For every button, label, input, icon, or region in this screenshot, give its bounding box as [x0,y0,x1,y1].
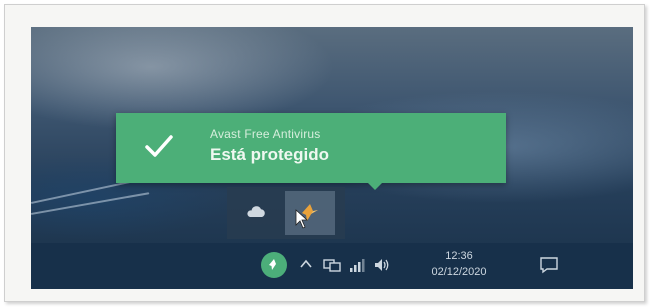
photo-frame: Avast Free Antivirus Está protegido 12:3… [4,4,645,302]
tray-overflow-flyout [227,187,345,239]
taskbar: 12:36 02/12/2020 [31,243,633,289]
clock-time: 12:36 [445,250,473,262]
toast-message: Está protegido [210,145,330,164]
flyout-item-avast[interactable] [285,191,335,235]
mouse-cursor-icon [295,209,309,229]
avast-icon[interactable] [261,252,287,278]
volume-icon[interactable] [373,256,391,274]
taskbar-clock[interactable]: 12:36 02/12/2020 [419,250,499,278]
flyout-item-cloud[interactable] [231,191,281,235]
network-icon[interactable] [323,257,341,273]
desktop-screen: Avast Free Antivirus Está protegido 12:3… [31,27,633,289]
toast-pointer [368,183,382,190]
avast-tray-glyph [269,259,276,270]
check-icon [145,135,173,157]
notification-icon[interactable] [539,256,559,274]
clock-date: 02/12/2020 [431,266,487,278]
toast-title: Avast Free Antivirus [210,127,321,141]
antivirus-toast-notification[interactable]: Avast Free Antivirus Está protegido [116,113,506,190]
signal-icon[interactable] [349,257,365,273]
chevron-up-icon[interactable] [299,257,313,271]
cloud-drive-icon [247,206,265,217]
